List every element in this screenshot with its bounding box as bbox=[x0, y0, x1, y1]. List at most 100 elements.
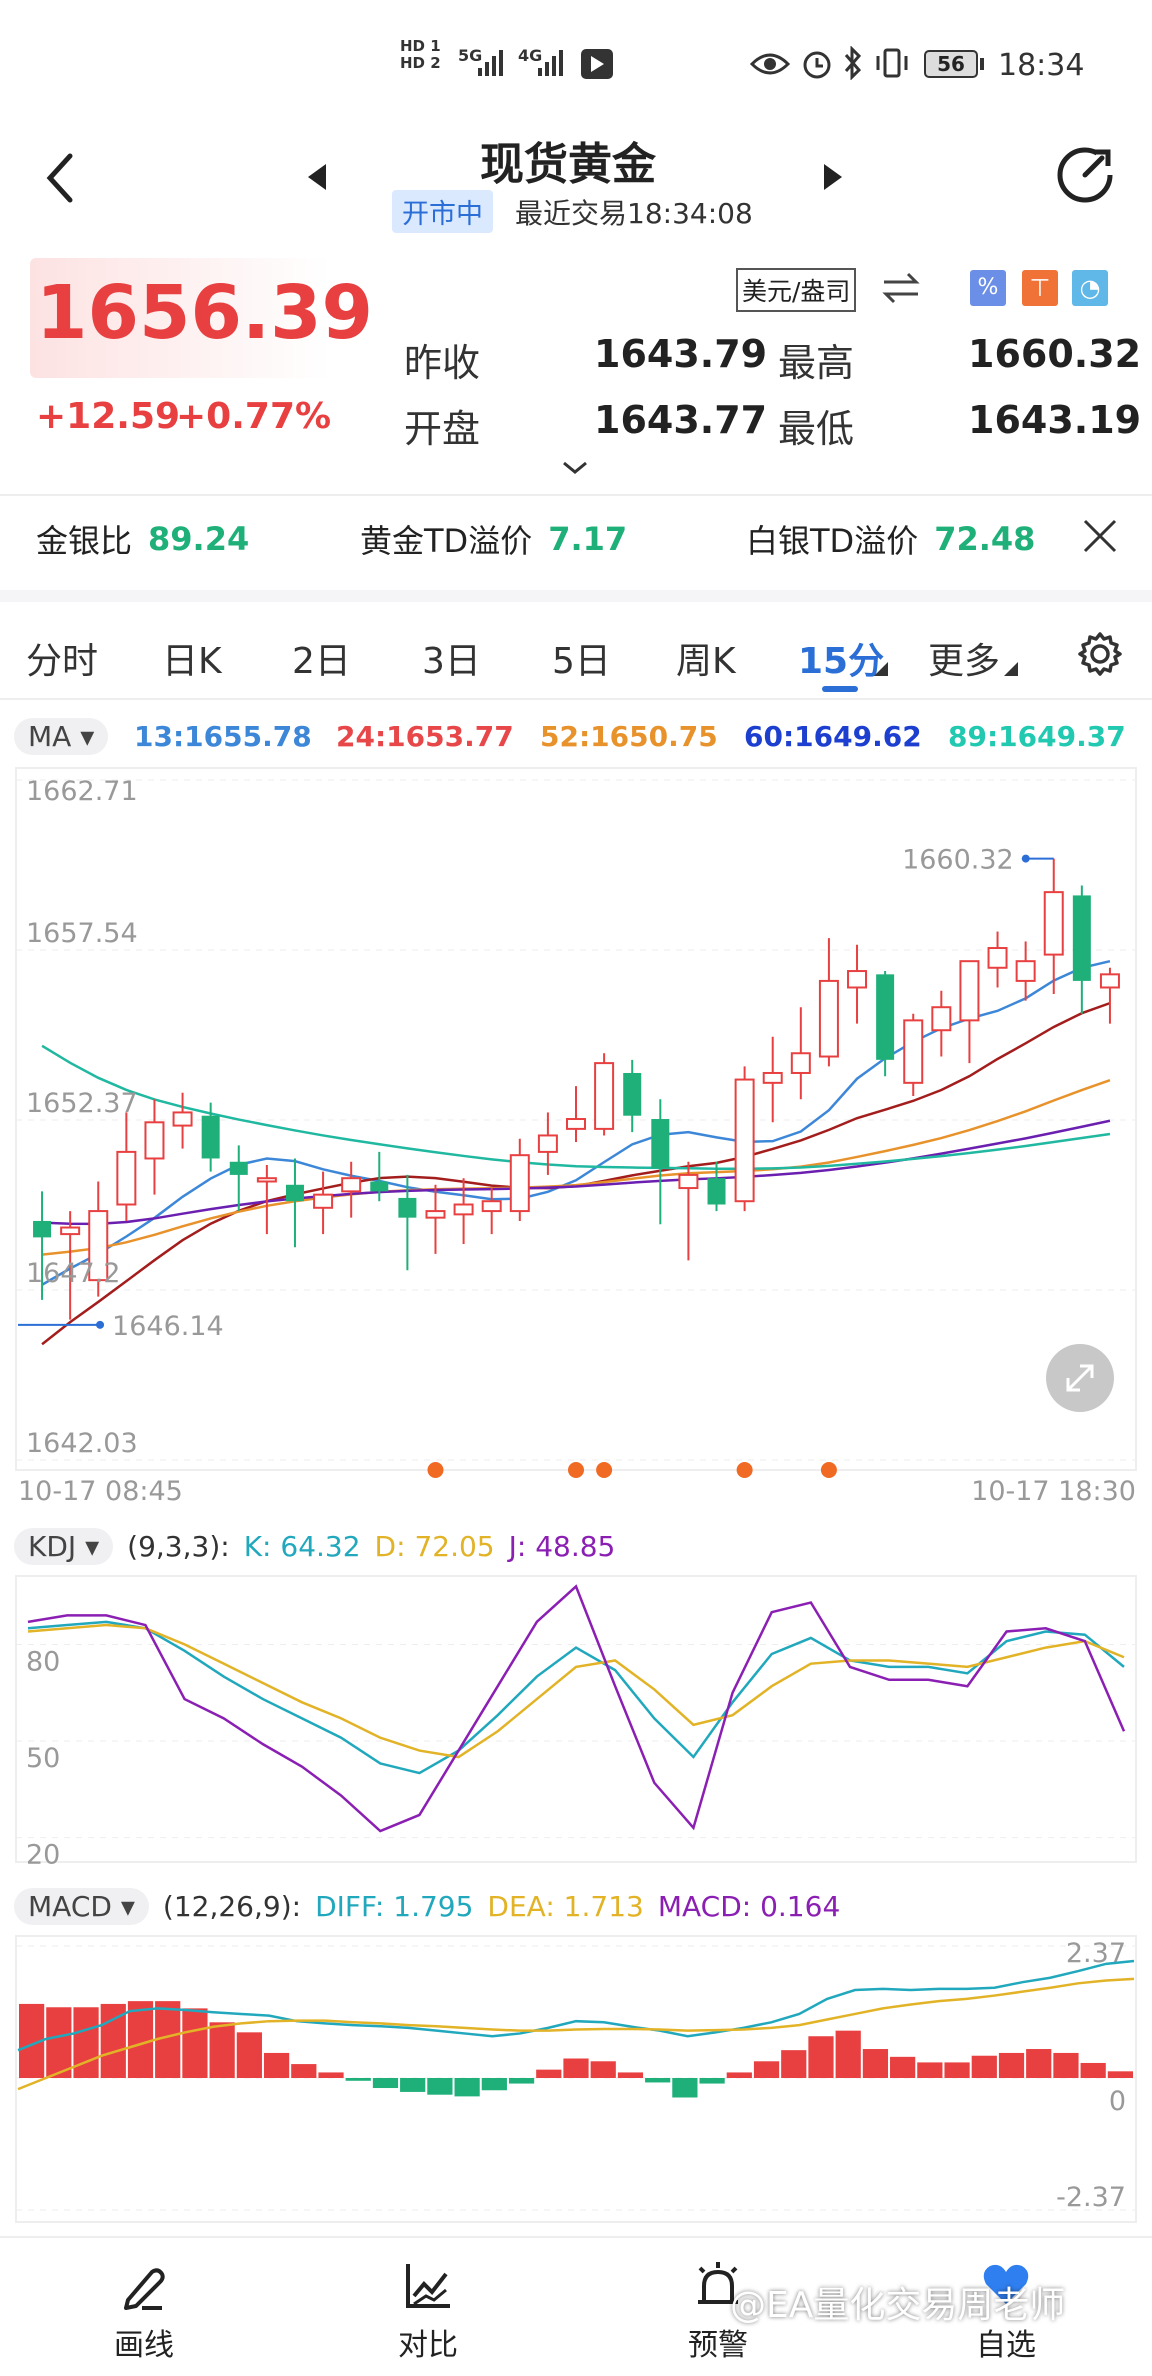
nav-label: 对比 bbox=[398, 2328, 458, 2363]
tab-3-day[interactable]: 3日 bbox=[422, 632, 481, 684]
macd-bar bbox=[862, 2049, 889, 2078]
candle-body-up bbox=[566, 1118, 586, 1130]
kdj-line-J bbox=[27, 1584, 1126, 1833]
tab-more[interactable]: 更多 bbox=[928, 632, 1000, 684]
tab-intraday[interactable]: 分时 bbox=[26, 632, 98, 684]
tab-weekly-k[interactable]: 周K bbox=[676, 632, 736, 684]
y-tick-label: 80 bbox=[26, 1646, 60, 1677]
y-tick-label: 1642.03 bbox=[26, 1428, 138, 1459]
kdj-line-K bbox=[27, 1620, 1125, 1775]
candle-body-up bbox=[60, 1226, 81, 1236]
ratio-value: 7.17 bbox=[548, 520, 628, 558]
kdj-chart[interactable]: 80 50 20 bbox=[0, 1572, 1152, 1866]
macd-params: (12,26,9): bbox=[162, 1890, 302, 1923]
last-trade-time: 最近交易18:34:08 bbox=[515, 196, 753, 230]
vibrate-icon bbox=[876, 48, 908, 78]
hd1-label: HD 1 bbox=[400, 37, 441, 55]
prev-close-value: 1643.79 bbox=[594, 332, 768, 376]
app-notification-icon bbox=[581, 49, 613, 79]
swap-icon[interactable] bbox=[880, 270, 922, 306]
high-value: 1660.32 bbox=[968, 332, 1142, 376]
expand-chevron-icon[interactable] bbox=[560, 458, 590, 478]
signal-icon bbox=[478, 50, 503, 76]
candle-body-down bbox=[370, 1181, 389, 1192]
nav-label: 画线 bbox=[114, 2328, 174, 2363]
macd-bar bbox=[236, 2032, 262, 2078]
candle-body-down bbox=[398, 1197, 417, 1218]
candle-body-down bbox=[651, 1119, 670, 1169]
alarm-clock-icon bbox=[803, 51, 831, 79]
event-marker bbox=[427, 1462, 444, 1478]
macd-bar bbox=[427, 2078, 453, 2095]
price-change: +12.59 bbox=[36, 396, 181, 437]
candlestick-chart[interactable]: 1662.71 1657.54 1652.37 1647.2 1642.03 10-17 … bbox=[0, 760, 1152, 1520]
back-icon[interactable] bbox=[42, 150, 78, 206]
eye-icon bbox=[750, 53, 790, 75]
macd-bar bbox=[672, 2078, 698, 2098]
candle-body-down bbox=[1072, 895, 1091, 981]
y-tick-label: 1657.54 bbox=[26, 918, 138, 949]
candle-body-up bbox=[790, 1052, 811, 1074]
clock-time: 18:34 bbox=[998, 48, 1085, 83]
settings-gear-icon[interactable] bbox=[1076, 630, 1124, 678]
candle-body-down bbox=[33, 1220, 52, 1238]
candle-body-up bbox=[1043, 891, 1064, 956]
ma-values: 13:1655.78 24:1653.77 52:1650.75 60:1649… bbox=[0, 720, 1152, 760]
macd-bar bbox=[808, 2036, 834, 2078]
macd-bar bbox=[998, 2052, 1025, 2078]
macd-bar bbox=[726, 2072, 752, 2078]
tab-15-min[interactable]: 15分 bbox=[798, 632, 884, 684]
candle-body-up bbox=[341, 1177, 362, 1193]
kdj-label: KDJ bbox=[28, 1530, 77, 1563]
pie-tool-icon[interactable]: ◔ bbox=[1072, 270, 1108, 306]
macd-bar bbox=[481, 2078, 507, 2091]
ma-60-value: 60:1649.62 bbox=[744, 720, 922, 753]
candle-body-up bbox=[453, 1203, 474, 1216]
refresh-icon[interactable] bbox=[1052, 142, 1118, 208]
next-instrument-icon[interactable] bbox=[822, 162, 844, 192]
macd-bar bbox=[73, 2007, 99, 2078]
nav-draw-line[interactable]: 画线 bbox=[90, 2238, 200, 2376]
tab-2-day[interactable]: 2日 bbox=[292, 632, 351, 684]
candle-body-up bbox=[537, 1134, 558, 1153]
candle-body-up bbox=[313, 1193, 334, 1209]
kdj-selector[interactable]: KDJ ▾ bbox=[14, 1528, 114, 1565]
macd-chart[interactable]: 2.37 0 -2.37 bbox=[0, 1932, 1152, 2228]
candle-body-up bbox=[903, 1019, 924, 1084]
nav-compare[interactable]: 对比 bbox=[374, 2238, 484, 2376]
kdj-d-value: D: 72.05 bbox=[374, 1530, 495, 1563]
y-tick-label: 2.37 bbox=[1066, 1938, 1126, 1969]
macd-bar bbox=[209, 2022, 235, 2078]
candle-body-up bbox=[931, 1006, 952, 1032]
market-open-badge: 开市中 bbox=[392, 190, 493, 233]
pin-tool-icon[interactable]: ⊤ bbox=[1022, 270, 1058, 306]
watermark-text: @EA量化交易周老师 bbox=[730, 2285, 1066, 2326]
macd-macd-value: MACD: 0.164 bbox=[657, 1890, 841, 1923]
candle-body-up bbox=[818, 979, 839, 1058]
macd-dea-value: DEA: 1.713 bbox=[487, 1890, 644, 1923]
prev-close-label: 昨收 bbox=[404, 341, 481, 385]
tab-5-day[interactable]: 5日 bbox=[552, 632, 611, 684]
tab-daily-k[interactable]: 日K bbox=[162, 632, 222, 684]
close-icon[interactable] bbox=[1080, 516, 1120, 556]
ratio-label: 金银比 bbox=[36, 522, 133, 560]
macd-bar bbox=[753, 2061, 780, 2078]
macd-bar bbox=[645, 2078, 671, 2083]
y-tick-label: 20 bbox=[26, 1840, 60, 1866]
percent-tool-icon[interactable]: % bbox=[970, 270, 1006, 306]
market-status-row: 开市中 最近交易18:34:08 bbox=[392, 190, 753, 233]
candle-body-up bbox=[116, 1150, 137, 1206]
macd-bar bbox=[291, 2064, 317, 2078]
open-value: 1643.77 bbox=[594, 398, 768, 442]
y-tick-label: 0 bbox=[1109, 2086, 1126, 2117]
ratio-value: 89.24 bbox=[148, 520, 250, 558]
unit-selector[interactable]: 美元/盎司 bbox=[736, 268, 857, 312]
low-label: 最低 bbox=[778, 407, 855, 451]
macd-bar bbox=[372, 2078, 399, 2089]
macd-selector[interactable]: MACD ▾ bbox=[14, 1888, 149, 1925]
candle-body-up bbox=[172, 1111, 193, 1127]
event-marker bbox=[596, 1462, 613, 1478]
macd-bar bbox=[508, 2078, 535, 2084]
prev-instrument-icon[interactable] bbox=[306, 162, 328, 192]
macd-bar bbox=[1107, 2071, 1133, 2078]
